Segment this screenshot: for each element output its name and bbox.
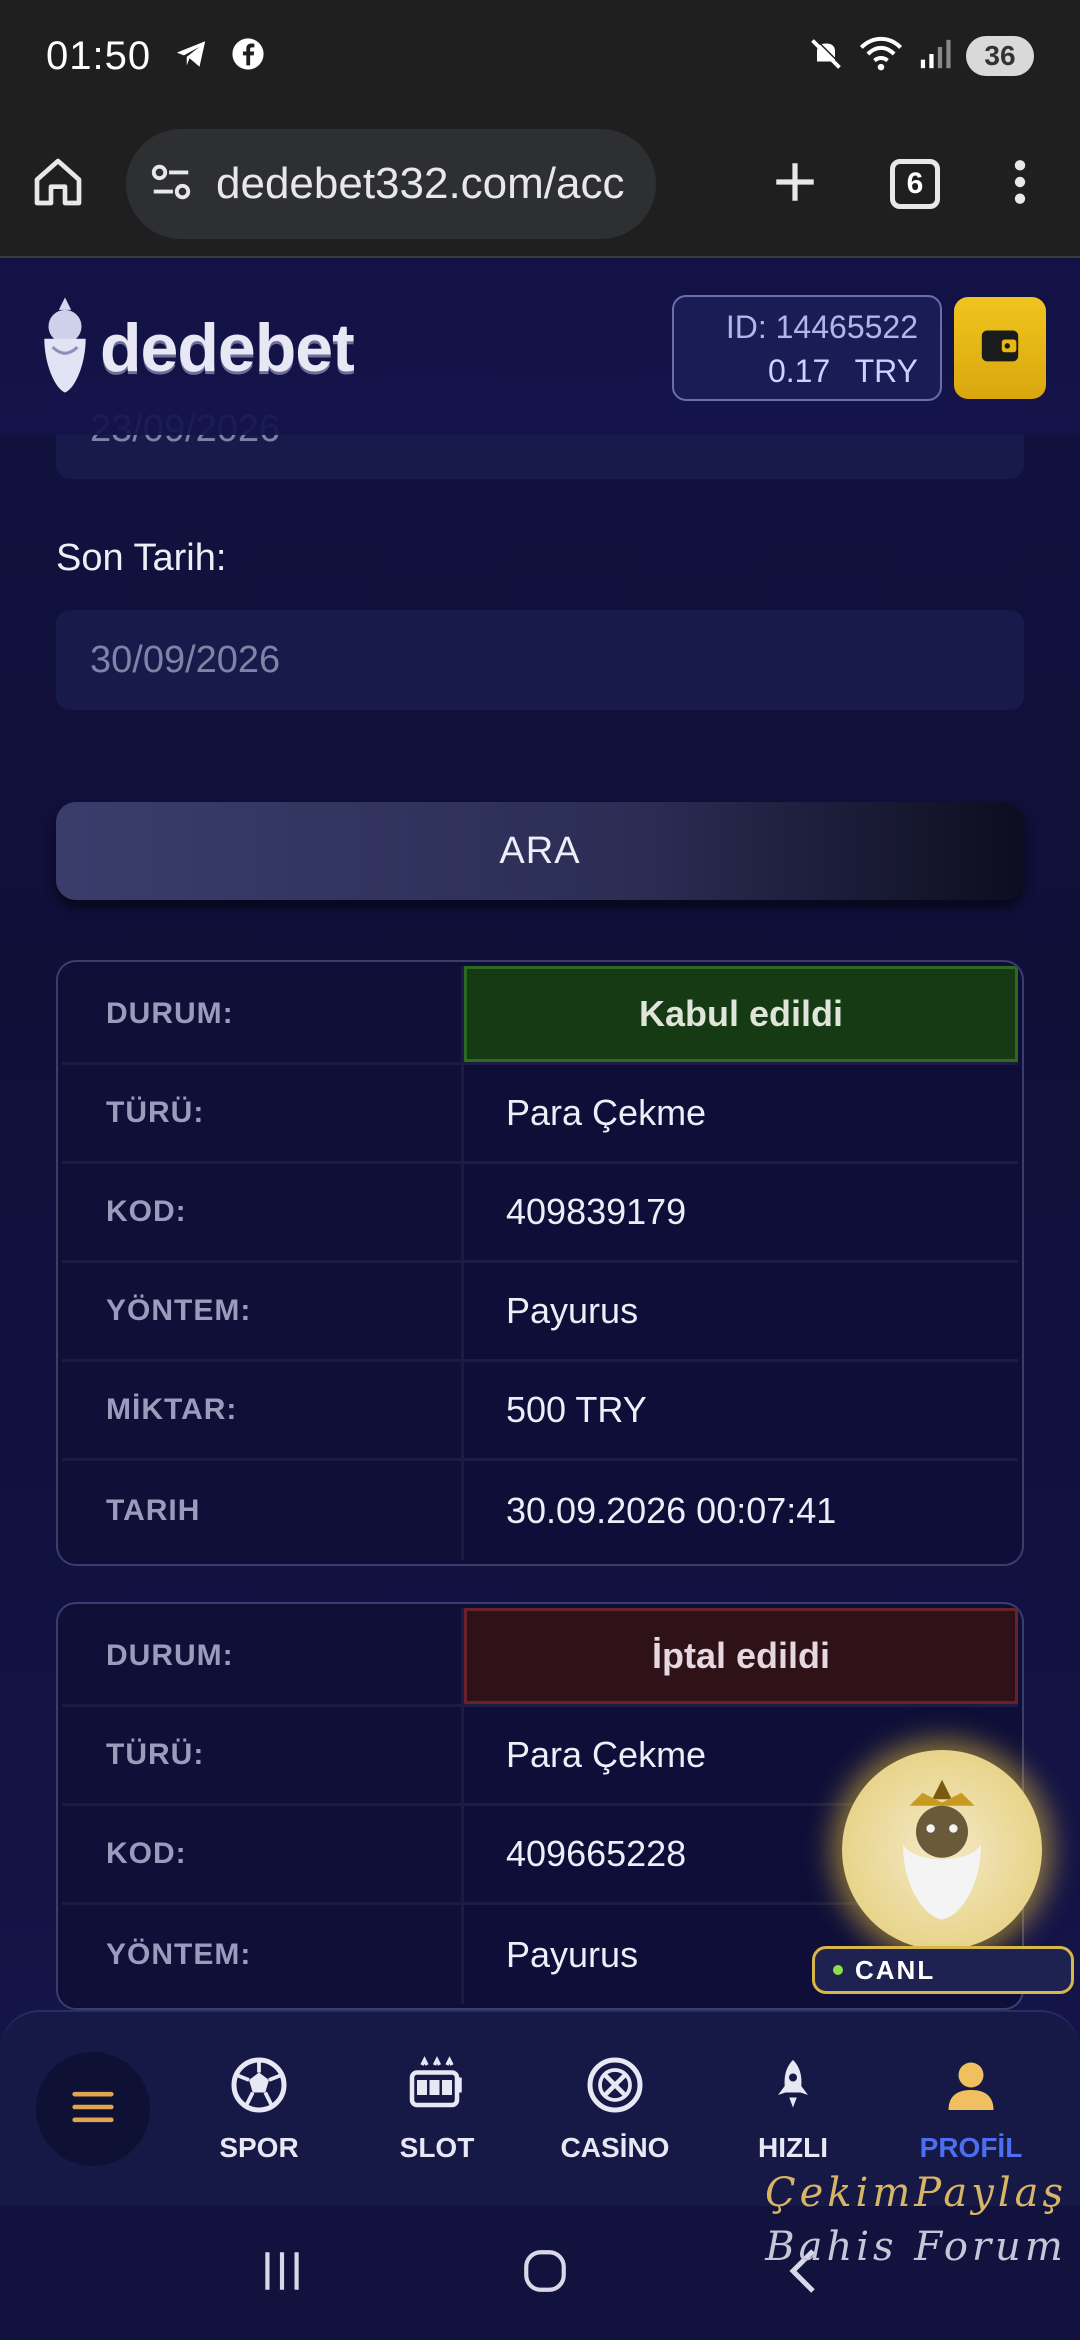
new-tab-icon[interactable] — [770, 157, 820, 212]
home-button-icon[interactable] — [520, 2246, 570, 2301]
end-date-label: Son Tarih: — [56, 537, 227, 579]
transaction-row: YÖNTEM: Payurus — [62, 1263, 1018, 1362]
row-key: TARIH — [62, 1461, 464, 1560]
nav-item-hizli[interactable]: HIZLI — [718, 2055, 868, 2164]
row-value: Para Çekme — [464, 1065, 1018, 1161]
transaction-row: DURUM: İptal edildi — [62, 1608, 1018, 1707]
live-casino-badge[interactable]: CANL — [812, 1750, 1074, 2000]
user-id: ID: 14465522 — [725, 308, 918, 345]
row-key: DURUM: — [62, 1608, 464, 1704]
address-bar[interactable]: dedebet332.com/acc — [126, 129, 656, 239]
live-text: CANL — [855, 1954, 936, 1985]
rocket-icon — [763, 2055, 823, 2120]
site-header: dedebet ID: 14465522 0.17 TRY — [0, 260, 1080, 435]
transaction-row: TARIH 30.09.2026 00:07:41 — [62, 1461, 1018, 1560]
nav-label: HIZLI — [758, 2131, 828, 2163]
logo-text: dedebet — [100, 309, 355, 386]
row-key: DURUM: — [62, 966, 464, 1062]
row-key: KOD: — [62, 1806, 464, 1902]
row-key: KOD: — [62, 1164, 464, 1260]
transaction-row: MİKTAR: 500 TRY — [62, 1362, 1018, 1461]
home-icon[interactable] — [30, 154, 86, 215]
menu-button[interactable] — [36, 2052, 150, 2166]
page-content: dedebet ID: 14465522 0.17 TRY 23/09/2026… — [0, 260, 1080, 2080]
transaction-row: KOD: 409839179 — [62, 1164, 1018, 1263]
zeus-logo-icon — [34, 293, 96, 402]
live-indicator-dot — [833, 1965, 843, 1975]
nav-label: SPOR — [219, 2131, 299, 2163]
battery-level: 36 — [966, 36, 1034, 76]
status-badge-accepted: Kabul edildi — [464, 966, 1018, 1062]
status-bar: 01:50 36 — [0, 0, 1080, 112]
wifi-icon — [858, 36, 904, 77]
row-value: Payurus — [464, 1263, 1018, 1359]
facebook-icon — [231, 37, 265, 76]
status-badge-cancelled: İptal edildi — [464, 1608, 1018, 1704]
nav-label: PROFİL — [919, 2131, 1023, 2163]
search-button[interactable]: ARA — [56, 802, 1024, 900]
site-settings-icon[interactable] — [148, 159, 194, 210]
hamburger-icon — [71, 2090, 115, 2129]
browser-toolbar: dedebet332.com/acc 6 — [0, 112, 1080, 258]
row-value: 409839179 — [464, 1164, 1018, 1260]
nav-label: CASİNO — [560, 2131, 670, 2163]
end-date-field[interactable]: 30/09/2026 — [56, 610, 1024, 710]
transaction-row: DURUM: Kabul edildi — [62, 966, 1018, 1065]
signal-icon — [918, 37, 952, 76]
watermark-line: Bahis Forum — [765, 2224, 1067, 2270]
transaction-card: DURUM: Kabul edildi TÜRÜ: Para Çekme KOD… — [56, 960, 1024, 1566]
roulette-icon — [585, 2055, 645, 2120]
transaction-row: TÜRÜ: Para Çekme — [62, 1065, 1018, 1164]
status-time: 01:50 — [46, 33, 152, 78]
mute-icon — [808, 36, 844, 77]
recent-apps-icon[interactable] — [257, 2248, 307, 2299]
telegram-icon — [173, 37, 209, 76]
row-key: TÜRÜ: — [62, 1707, 464, 1803]
balance-amount: 0.17 TRY — [767, 352, 918, 389]
watermark-line: ÇekimPaylaş — [765, 2170, 1067, 2216]
balance-box[interactable]: ID: 14465522 0.17 TRY — [672, 294, 942, 401]
row-value: 30.09.2026 00:07:41 — [464, 1461, 1018, 1560]
row-value: 500 TRY — [464, 1362, 1018, 1458]
wallet-icon — [978, 325, 1022, 370]
nav-item-slot[interactable]: SLOT — [362, 2055, 512, 2164]
nav-item-casino[interactable]: CASİNO — [540, 2055, 690, 2164]
row-key: TÜRÜ: — [62, 1065, 464, 1161]
nav-item-profil[interactable]: PROFİL — [896, 2055, 1046, 2164]
url-text: dedebet332.com/acc — [216, 159, 625, 208]
forum-watermark: ÇekimPaylaş Bahis Forum — [752, 2166, 1080, 2274]
row-key: YÖNTEM: — [62, 1263, 464, 1359]
live-label: CANL — [812, 1946, 1074, 1994]
more-options-icon[interactable] — [1010, 157, 1030, 212]
zeus-avatar — [842, 1750, 1042, 1950]
soccer-ball-icon — [229, 2055, 289, 2120]
nav-label: SLOT — [399, 2131, 475, 2163]
row-key: MİKTAR: — [62, 1362, 464, 1458]
slot-machine-icon — [407, 2055, 467, 2120]
user-icon — [941, 2055, 1001, 2120]
site-logo[interactable]: dedebet — [34, 293, 355, 402]
zeus-face-icon — [877, 1773, 1007, 1928]
row-key: YÖNTEM: — [62, 1905, 464, 2004]
nav-item-spor[interactable]: SPOR — [184, 2055, 334, 2164]
wallet-button[interactable] — [954, 296, 1046, 399]
tab-switcher-button[interactable]: 6 — [890, 159, 940, 209]
